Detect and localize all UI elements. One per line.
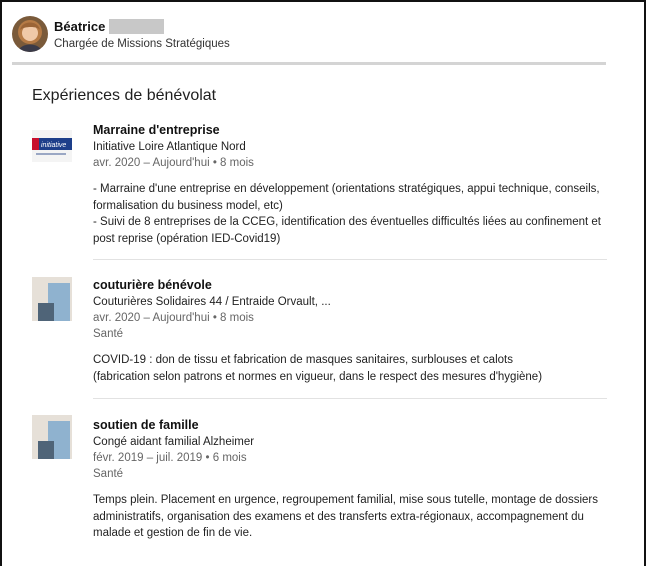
entry-role[interactable]: couturière bénévole <box>93 277 607 294</box>
entry-divider <box>93 398 607 399</box>
entry-cause: Santé <box>93 328 124 340</box>
entry-divider <box>93 259 607 260</box>
entry-organization[interactable]: Congé aidant familial Alzheimer <box>93 434 607 450</box>
profile-window: Béatrice Chargée de Missions Stratégique… <box>0 0 646 566</box>
avatar[interactable] <box>12 16 48 52</box>
initiative-logo[interactable]: initiative <box>32 126 72 166</box>
description-line: - Suivi de 8 entreprises de la CCEG, ide… <box>93 216 601 245</box>
entry-organization[interactable]: Initiative Loire Atlantique Nord <box>93 139 607 155</box>
profile-headline: Chargée de Missions Stratégiques <box>54 38 230 50</box>
description-line: - Marraine d'une entreprise en développe… <box>93 183 600 212</box>
description-line: Temps plein. Placement en urgence, regro… <box>93 494 598 539</box>
entry-dates: avr. 2020 – Aujourd'hui • 8 mois <box>93 312 254 324</box>
profile-name[interactable]: Béatrice <box>54 19 105 34</box>
entry-dates: févr. 2019 – juil. 2019 • 6 mois <box>93 452 247 464</box>
description-line: COVID-19 : don de tissu et fabrication d… <box>93 354 513 366</box>
redacted-last-name <box>109 19 165 34</box>
organization-placeholder-icon[interactable] <box>32 415 72 459</box>
entry-role[interactable]: Marraine d'entreprise <box>93 122 607 139</box>
organization-placeholder-icon[interactable] <box>32 277 72 321</box>
description-line: (fabrication selon patrons et normes en … <box>93 370 543 383</box>
profile-header[interactable]: Béatrice Chargée de Missions Stratégique… <box>12 10 230 58</box>
entry-role[interactable]: soutien de famille <box>93 417 607 434</box>
entry-dates: avr. 2020 – Aujourd'hui • 8 mois <box>93 157 254 169</box>
svg-text:initiative: initiative <box>41 142 66 149</box>
entry-cause: Santé <box>93 468 124 480</box>
entry-description: - Marraine d'une entreprise en développe… <box>93 181 607 247</box>
section-title: Expériences de bénévolat <box>32 87 217 104</box>
header-divider <box>12 62 606 65</box>
entry-description: Temps plein. Placement en urgence, regro… <box>93 492 607 542</box>
entry-organization[interactable]: Couturières Solidaires 44 / Entraide Orv… <box>93 294 607 310</box>
entry-description: COVID-19 : don de tissu et fabrication d… <box>93 352 607 385</box>
